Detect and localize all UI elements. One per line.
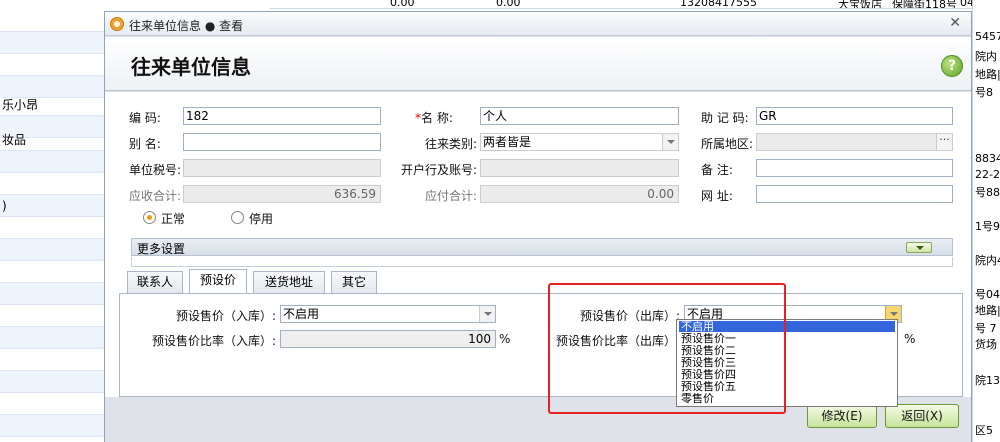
bg-cell: 大宝饭店 [838, 0, 882, 9]
help-icon[interactable]: ? [941, 55, 963, 77]
bg-cell: 院13 [975, 374, 1000, 387]
bank-field[interactable] [480, 159, 679, 177]
page-title: 往来单位信息 [131, 55, 251, 79]
bg-cell: 院内 [975, 50, 997, 63]
bg-cell: 5457 [975, 30, 1000, 43]
background-right-column: 5457 院内 地路| 号8 8834 22-2 号88 1号9 院内4 号04… [972, 0, 1000, 442]
bg-cell: 0.00 [390, 0, 415, 9]
bg-row: 妆品 [0, 129, 104, 151]
bg-cell: 号04 [975, 288, 1000, 301]
bg-row: 乐小昂 [0, 94, 104, 116]
bg-cell: 22-2 [975, 168, 1000, 181]
tab-delivery-address[interactable]: 送货地址 [253, 271, 325, 293]
receivable-field: 636.59 [183, 185, 381, 203]
bg-row [0, 10, 104, 32]
bg-row [0, 327, 104, 349]
remark-field[interactable] [756, 159, 953, 177]
ellipsis-icon[interactable]: ··· [936, 134, 952, 150]
chevron-down-icon[interactable] [662, 134, 678, 150]
taxno-field[interactable] [183, 159, 381, 177]
tab-preset-price[interactable]: 预设价 [189, 269, 247, 293]
region-field[interactable]: ··· [756, 133, 953, 151]
bg-cell: 0.00 [496, 0, 521, 9]
tab-contacts[interactable]: 联系人 [127, 271, 183, 293]
status-normal-label: 正常 [161, 212, 186, 226]
bg-cell: 保障街118号 [892, 0, 957, 9]
bg-row [0, 217, 104, 239]
bg-row [0, 305, 104, 327]
type-select-value: 两者皆是 [483, 135, 532, 149]
bg-cell: 地路| [975, 304, 1000, 317]
type-label: 往来类别: [425, 137, 478, 151]
bg-cell: 地路| [975, 68, 1000, 81]
status-normal-radio[interactable] [143, 211, 156, 224]
bg-row [0, 349, 104, 371]
payable-label: 应付合计: [425, 189, 478, 203]
taxno-label: 单位税号: [129, 163, 182, 177]
background-left-column: 乐小昂 妆品 ) [0, 0, 104, 442]
dialog-header: 往来单位信息 ? [105, 37, 971, 91]
price-in-ratio-label: 预设售价比率（入库）: [152, 334, 277, 348]
bg-cell: 院内4 [975, 254, 1000, 267]
price-in-value: 不启用 [283, 307, 320, 321]
name-label: *名 称: [415, 109, 453, 126]
receivable-label: 应收合计: [129, 189, 182, 203]
close-icon[interactable]: ✕ [949, 15, 961, 31]
bg-row [0, 415, 104, 437]
price-out-ratio-unit: % [904, 332, 916, 346]
status-disabled-label: 停用 [249, 212, 274, 226]
chevron-down-icon[interactable] [479, 306, 495, 322]
alias-label: 别 名: [129, 137, 161, 151]
bg-row [0, 151, 104, 173]
bg-cell: 1号9 [975, 220, 1000, 233]
code-label: 编 码: [129, 111, 161, 125]
bg-row [0, 54, 104, 76]
bg-row [0, 371, 104, 393]
mnemonic-field[interactable]: GR [756, 107, 953, 125]
bg-cell: 区5 [975, 424, 993, 437]
alias-field[interactable] [183, 133, 381, 151]
bg-row [0, 283, 104, 305]
bg-cell: 8834 [975, 152, 1000, 165]
bg-row [0, 261, 104, 283]
more-settings-bar[interactable]: 更多设置 [131, 238, 953, 256]
bg-row [0, 239, 104, 261]
background-top-row: 0.00 0.00 13208417555 大宝饭店 保障街118号 0451-… [270, 0, 1000, 9]
type-select[interactable]: 两者皆是 [480, 133, 679, 151]
status-disabled-radio[interactable] [231, 211, 244, 224]
bg-cell: 13208417555 [680, 0, 757, 9]
back-button[interactable]: 返回(X) [885, 404, 959, 428]
app-logo-icon [110, 17, 124, 31]
dialog-titlebar[interactable]: 往来单位信息 ● 查看 ✕ [105, 12, 971, 36]
tab-other[interactable]: 其它 [331, 271, 377, 293]
code-field[interactable]: 182 [183, 107, 381, 125]
price-in-ratio-field[interactable]: 100 [280, 330, 496, 348]
modify-button[interactable]: 修改(E) [807, 404, 877, 428]
website-field[interactable] [756, 185, 953, 203]
bank-label: 开户行及账号: [401, 163, 478, 177]
expand-chevron-icon[interactable] [906, 242, 932, 253]
bg-cell: 号8 [975, 86, 993, 99]
region-label: 所属地区: [701, 137, 754, 151]
bg-row [0, 32, 104, 54]
name-field[interactable]: 个人 [480, 107, 679, 125]
bg-row: ) [0, 195, 104, 217]
price-in-label: 预设售价（入库）: [176, 309, 277, 323]
window-title: 往来单位信息 ● 查看 [129, 19, 244, 33]
price-in-select[interactable]: 不启用 [280, 305, 496, 323]
name-label-text: 名 称: [421, 111, 453, 125]
remark-label: 备 注: [701, 163, 733, 177]
bg-cell: 号88 [975, 186, 1000, 199]
bg-cell: 货场 [975, 338, 997, 351]
annotation-highlight-box [548, 283, 786, 414]
bg-row [0, 393, 104, 415]
more-settings-label: 更多设置 [137, 242, 186, 256]
payable-field: 0.00 [480, 185, 679, 203]
price-in-ratio-unit: % [499, 332, 511, 346]
bg-cell: 号 7 [975, 322, 997, 335]
more-settings-body [131, 257, 953, 267]
mnemonic-label: 助 记 码: [701, 111, 749, 125]
website-label: 网 址: [701, 189, 733, 203]
bg-row [0, 173, 104, 195]
